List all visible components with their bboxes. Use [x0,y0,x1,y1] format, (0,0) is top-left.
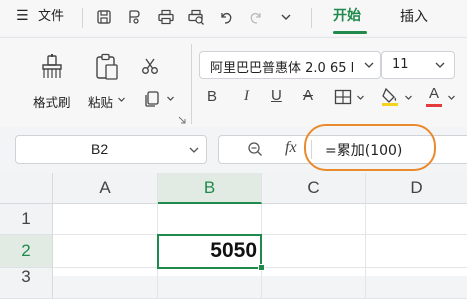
underline-button[interactable]: U [271,87,282,104]
borders-dropdown-chevron-icon[interactable] [356,94,365,101]
paste-clipboard-icon[interactable] [94,53,120,81]
print-icon[interactable] [157,9,175,25]
hamburger-menu-icon[interactable]: ☰ [16,8,29,24]
file-menu[interactable]: 文件 [38,9,64,25]
active-tab-indicator [333,31,367,34]
column-header-a[interactable]: A [53,173,158,204]
active-cell-b2[interactable]: 5050 [157,234,262,269]
cell-c2[interactable] [262,235,366,268]
bold-button[interactable]: B [207,88,217,105]
font-color-swatch [426,104,442,107]
paste-dropdown-chevron-icon[interactable] [117,96,126,103]
insert-function-fx-button[interactable]: fx [285,139,297,157]
cell-a2[interactable] [53,235,158,268]
clipboard-group-launcher-icon[interactable] [178,116,186,124]
font-color-button[interactable]: A [429,85,439,102]
fill-color-bucket-icon[interactable] [380,85,402,107]
active-cell-value: 5050 [210,239,257,262]
name-box-chevron-icon[interactable] [188,146,200,154]
format-painter-label[interactable]: 格式刷 [33,92,71,111]
cell-c3[interactable] [262,268,366,299]
row-header-2[interactable]: 2 [0,235,53,268]
ribbon: 格式刷 粘贴 阿里巴巴普惠体 2.0 65 l 11 B I U A A [0,37,467,128]
column-header-d[interactable]: D [366,173,467,204]
menu-separator [82,8,83,28]
cell-d2[interactable] [366,235,467,268]
fill-handle[interactable] [258,264,265,271]
cell-d1[interactable] [366,204,467,235]
cell-a3[interactable] [53,268,158,299]
italic-button[interactable]: I [244,88,249,105]
font-name-chevron-icon[interactable] [363,61,375,69]
undo-icon[interactable] [218,9,234,25]
font-size-value: 11 [392,57,409,72]
menu-bar: ☰ 文件 开始 插入 [0,0,467,36]
save-icon[interactable] [96,9,112,25]
strikethrough-button[interactable]: A [303,87,313,104]
copy-icon[interactable] [143,89,161,107]
column-header-b[interactable]: B [158,173,262,204]
borders-icon[interactable] [334,89,352,105]
cell-c1[interactable] [262,204,366,235]
cell-d3[interactable] [366,268,467,299]
menu-separator [311,8,312,28]
cell-b3[interactable] [158,268,262,299]
row-header-3[interactable]: 3 [0,268,53,299]
font-name-select[interactable]: 阿里巴巴普惠体 2.0 65 l [199,51,381,79]
quick-access-more-chevron-icon[interactable] [280,12,292,22]
paste-label[interactable]: 粘贴 [88,92,113,111]
name-box[interactable]: B2 [15,135,207,164]
tab-insert[interactable]: 插入 [400,9,428,25]
print-preview-icon[interactable] [187,9,205,25]
select-all-corner[interactable] [0,173,53,204]
font-size-select[interactable]: 11 [381,51,455,79]
tab-home[interactable]: 开始 [333,8,361,24]
ribbon-separator [191,44,192,124]
fill-color-dropdown-chevron-icon[interactable] [404,94,413,101]
font-color-dropdown-chevron-icon[interactable] [447,94,456,101]
cut-scissors-icon[interactable] [141,57,159,75]
formula-bar: B2 fx =累加(100) [0,124,467,173]
spreadsheet-grid: A B C D 1 2 3 5050 [0,173,467,299]
redo-icon[interactable] [248,9,264,25]
cell-b1[interactable] [158,204,262,235]
column-header-c[interactable]: C [262,173,366,204]
cell-a1[interactable] [53,204,158,235]
format-painter-icon[interactable] [40,54,64,80]
export-pdf-icon[interactable] [126,9,142,25]
name-box-value: B2 [91,141,109,157]
font-name-value: 阿里巴巴普惠体 2.0 65 l [210,61,355,76]
font-size-chevron-icon[interactable] [434,61,446,69]
zoom-lookup-icon[interactable] [247,141,263,157]
row-header-1[interactable]: 1 [0,204,53,235]
formula-highlight-annotation [304,124,436,171]
copy-dropdown-chevron-icon[interactable] [166,95,175,102]
